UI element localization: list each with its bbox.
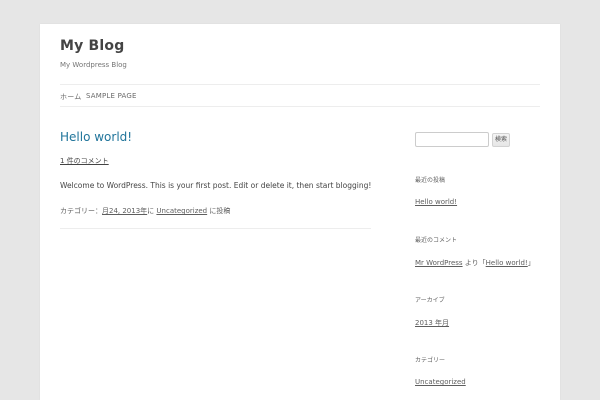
categories-title: カテゴリー	[415, 357, 446, 364]
post-category-link[interactable]: Uncategorized	[156, 207, 207, 215]
post-meta-sep: に	[147, 207, 155, 215]
recent-post-link[interactable]: Hello world!	[415, 198, 457, 206]
post-content: Welcome to WordPress. This is your first…	[60, 181, 372, 190]
category-link[interactable]: Uncategorized	[415, 378, 466, 386]
search-input[interactable]	[415, 132, 489, 147]
comment-end-text: 」	[527, 259, 535, 267]
post-title-link[interactable]: Hello world!	[60, 130, 132, 144]
post-divider	[60, 228, 371, 229]
recent-comment-item: Mr WordPress より「Hello world!」	[415, 258, 535, 268]
archives-title: アーカイブ	[415, 297, 445, 304]
post-meta-suffix: に投稿	[209, 207, 231, 215]
nav-item-home[interactable]: ホーム	[60, 92, 81, 102]
comment-on-text: より「	[464, 259, 486, 267]
comment-post-link[interactable]: Hello world!	[486, 259, 528, 267]
comments-link[interactable]: 1 件のコメント	[60, 156, 109, 166]
site-title[interactable]: My Blog	[60, 38, 124, 54]
comment-author-link[interactable]: Mr WordPress	[415, 259, 463, 267]
post-date-link[interactable]: 月24, 2013年	[102, 207, 147, 215]
site-description: My Wordpress Blog	[60, 61, 127, 69]
site-page: My Blog My Wordpress Blog ホーム SAMPLE PAG…	[40, 24, 560, 400]
archive-link[interactable]: 2013 年月	[415, 318, 449, 328]
recent-posts-title: 最近の投稿	[415, 177, 446, 184]
search-button[interactable]: 検索	[492, 133, 510, 147]
post-meta-prefix: カテゴリー：	[60, 207, 102, 215]
recent-comments-title: 最近のコメント	[415, 237, 458, 244]
nav-item-sample-page[interactable]: SAMPLE PAGE	[86, 92, 137, 100]
main-navigation: ホーム SAMPLE PAGE	[60, 84, 540, 107]
post-meta: カテゴリー：月24, 2013年に Uncategorized に投稿	[60, 206, 230, 216]
